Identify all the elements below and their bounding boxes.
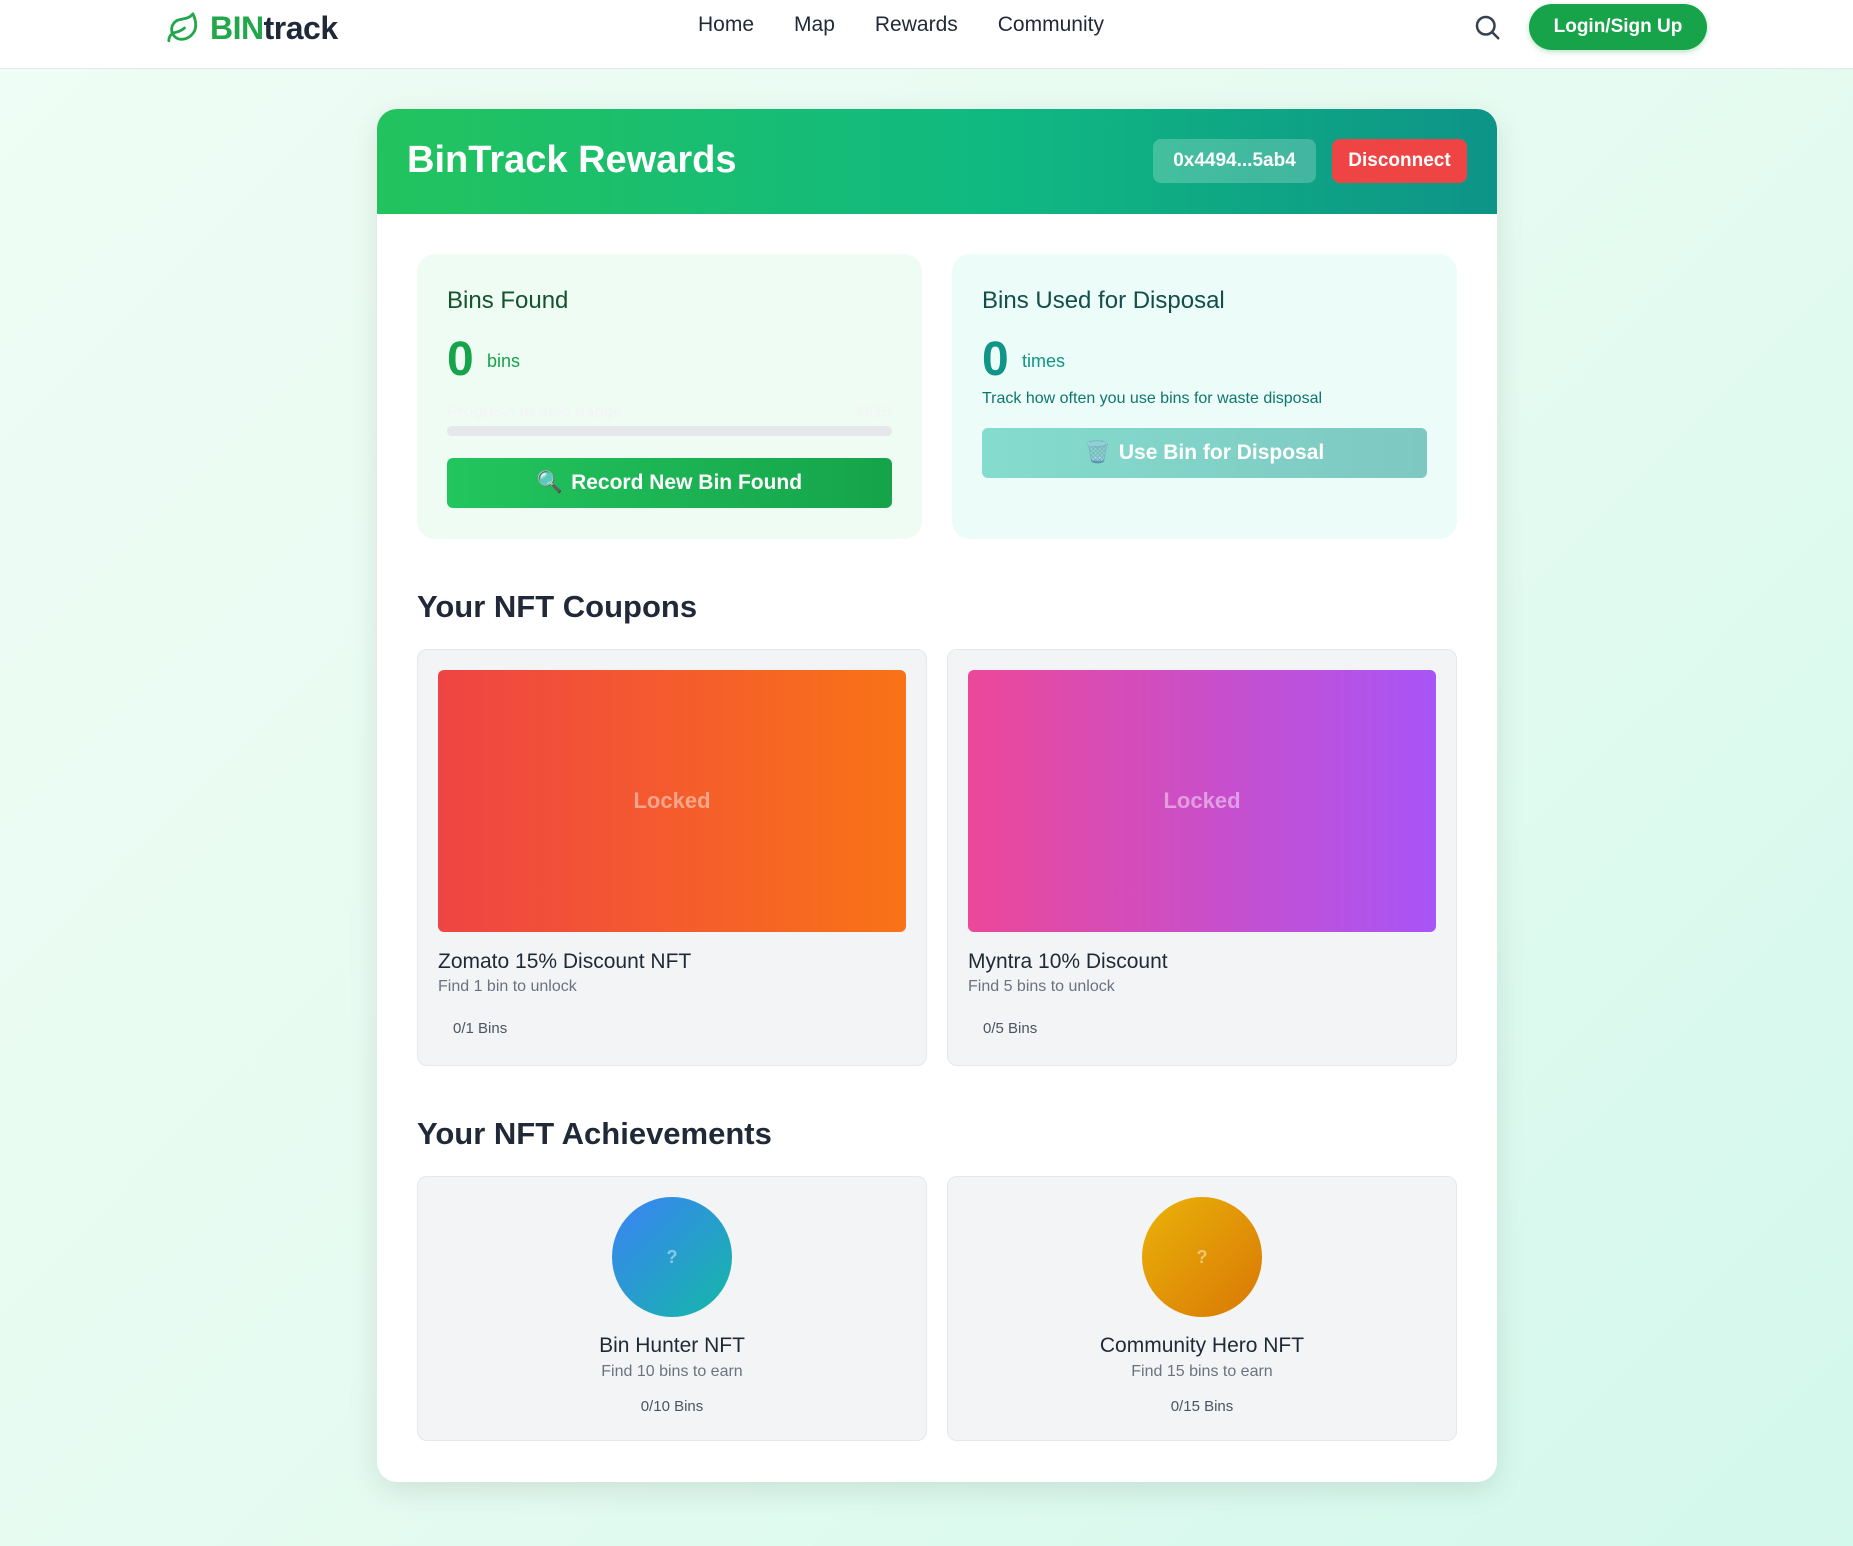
- achievement-description: Find 10 bins to earn: [601, 1363, 743, 1380]
- rewards-card: BinTrack Rewards 0x4494...5ab4 Disconnec…: [377, 109, 1497, 1482]
- logo-text-track: track: [263, 9, 339, 46]
- coupon-progress: 0/1 Bins: [453, 1020, 508, 1037]
- achievement-name: Community Hero NFT: [1099, 1334, 1305, 1357]
- bins-disposal-title: Bins Used for Disposal: [982, 287, 1225, 314]
- wastebasket-icon: 🗑️: [1084, 441, 1111, 464]
- achievement-progress: 0/10 Bins: [640, 1398, 704, 1415]
- page-title: BinTrack Rewards: [407, 139, 737, 181]
- nft-coupons-heading: Your NFT Coupons: [417, 589, 698, 624]
- disconnect-button[interactable]: Disconnect: [1332, 139, 1467, 183]
- search-icon: [1475, 15, 1500, 40]
- coupon-name: Zomato 15% Discount NFT: [438, 950, 692, 973]
- logo-text-bin: BIN: [210, 9, 264, 46]
- coupon-description: Find 5 bins to unlock: [968, 978, 1115, 995]
- coupon-image: Locked: [438, 670, 906, 932]
- achievement-card-community-hero[interactable]: ? Community Hero NFT Find 15 bins to ear…: [947, 1176, 1457, 1441]
- record-bin-label: Record New Bin Found: [571, 471, 803, 494]
- wallet-address: 0x4494...5ab4: [1153, 139, 1316, 183]
- bins-disposal-unit: times: [1022, 351, 1066, 371]
- nav-link-map[interactable]: Map: [794, 13, 835, 37]
- achievement-badge: ?: [1142, 1197, 1262, 1317]
- coupon-progress: 0/5 Bins: [983, 1020, 1038, 1037]
- bins-found-card: Bins Found 0 bins Progress to next badge…: [417, 254, 922, 539]
- use-bin-label: Use Bin for Disposal: [1118, 441, 1325, 464]
- magnifier-icon: 🔍: [536, 471, 564, 494]
- logo-text: BINtrack: [210, 10, 338, 47]
- coupon-description: Find 1 bin to unlock: [438, 978, 577, 995]
- search-button[interactable]: [1472, 12, 1502, 42]
- nav-link-community[interactable]: Community: [998, 13, 1104, 37]
- leaf-icon: [167, 12, 198, 43]
- logo[interactable]: BINtrack: [166, 8, 338, 48]
- nft-achievements-heading: Your NFT Achievements: [417, 1116, 772, 1151]
- bins-disposal-count: 0: [982, 333, 1009, 386]
- achievement-name: Bin Hunter NFT: [599, 1334, 745, 1357]
- achievement-progress: 0/15 Bins: [1170, 1398, 1234, 1415]
- top-navbar: BINtrack Home Map Rewards Community Logi…: [0, 0, 1853, 69]
- bins-found-title: Bins Found: [447, 287, 569, 314]
- achievement-card-bin-hunter[interactable]: ? Bin Hunter NFT Find 10 bins to earn 0/…: [417, 1176, 927, 1441]
- progress-bar: [447, 426, 892, 436]
- login-signup-button[interactable]: Login/Sign Up: [1529, 4, 1707, 50]
- nav-link-home[interactable]: Home: [698, 13, 754, 37]
- coupon-name: Myntra 10% Discount: [968, 950, 1168, 973]
- nav-links: Home Map Rewards Community: [698, 13, 1104, 37]
- rewards-header: BinTrack Rewards 0x4494...5ab4 Disconnec…: [377, 109, 1497, 214]
- progress-label: Progress to next badge: [447, 402, 623, 421]
- locked-label: Locked: [633, 788, 711, 813]
- bins-found-count: 0: [447, 333, 474, 386]
- bins-found-unit: bins: [487, 351, 521, 371]
- record-bin-button[interactable]: 🔍 Record New Bin Found: [447, 458, 892, 508]
- achievement-badge: ?: [612, 1197, 732, 1317]
- bins-disposal-card: Bins Used for Disposal 0 times Track how…: [952, 254, 1457, 539]
- nav-link-rewards[interactable]: Rewards: [875, 13, 958, 37]
- progress-count: 0/15: [858, 402, 892, 421]
- coupon-card-myntra[interactable]: Locked Myntra 10% Discount Find 5 bins t…: [947, 649, 1457, 1066]
- use-bin-button[interactable]: 🗑️ Use Bin for Disposal: [982, 428, 1427, 478]
- coupon-card-zomato[interactable]: Locked Zomato 15% Discount NFT Find 1 bi…: [417, 649, 927, 1066]
- locked-label: Locked: [1163, 788, 1241, 813]
- coupon-image: Locked: [968, 670, 1436, 932]
- achievement-description: Find 15 bins to earn: [1131, 1363, 1273, 1380]
- bins-disposal-description: Track how often you use bins for waste d…: [982, 390, 1323, 407]
